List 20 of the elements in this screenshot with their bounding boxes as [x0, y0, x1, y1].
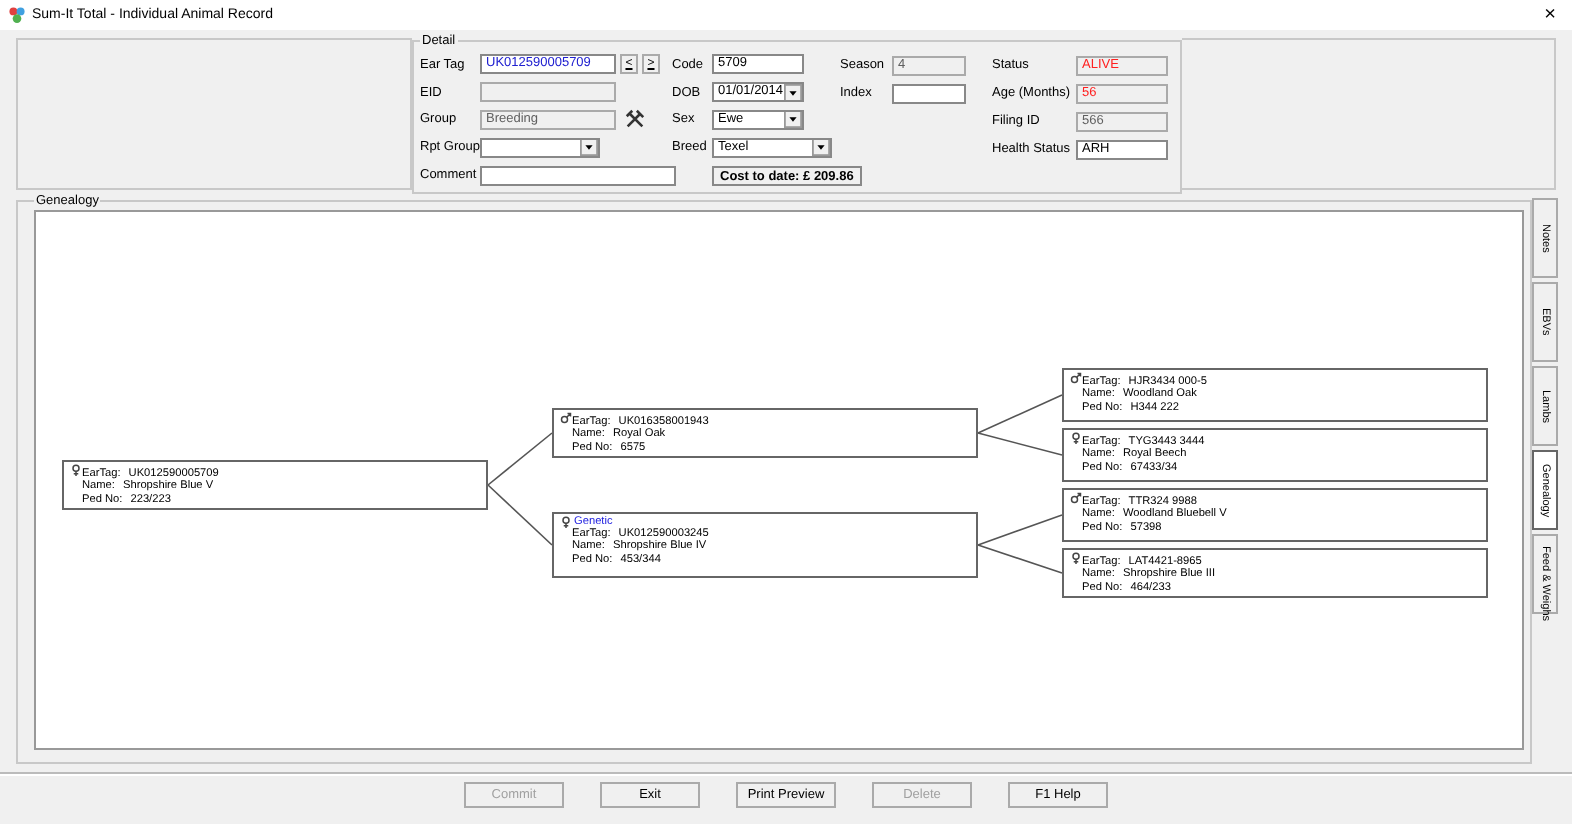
dropdown-field[interactable] [480, 137, 600, 158]
female-icon [560, 516, 572, 528]
connector-line [977, 544, 1063, 574]
connector-line [977, 514, 1063, 546]
input-field[interactable] [480, 165, 676, 186]
male-icon [1070, 492, 1082, 504]
dropdown-arrow-icon[interactable] [812, 139, 830, 156]
close-button[interactable]: × [1536, 5, 1564, 25]
male-icon [1070, 372, 1082, 384]
male-icon [560, 412, 572, 424]
dropdown-arrow-icon[interactable] [784, 84, 802, 101]
female-icon [70, 464, 82, 476]
dropdown-arrow-icon[interactable] [580, 139, 598, 156]
connector-line [487, 432, 553, 486]
app-icon [8, 6, 26, 24]
dropdown-arrow-icon[interactable] [784, 111, 802, 128]
female-icon [1070, 552, 1082, 564]
connector-line [487, 484, 553, 546]
input-field[interactable] [892, 83, 966, 103]
female-icon [1070, 432, 1082, 444]
